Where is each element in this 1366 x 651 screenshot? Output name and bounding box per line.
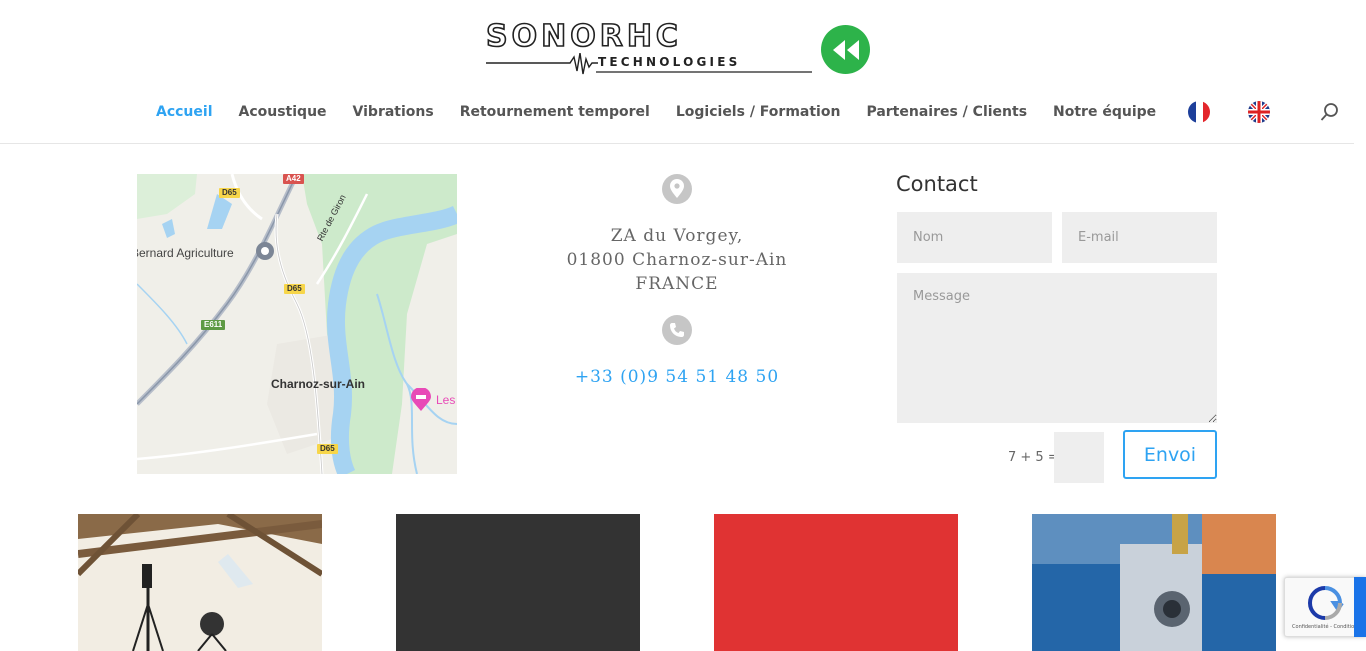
rewind-icon (821, 25, 870, 74)
map-poi-right-label: Les (436, 393, 456, 407)
nav-item-partenaires-clients[interactable]: Partenaires / Clients (866, 104, 1027, 120)
uk-flag-icon[interactable] (1248, 101, 1271, 123)
road-shield: D65 (284, 284, 305, 294)
address-line-2: 01800 Charnoz-sur-Ain (566, 250, 788, 270)
site-logo[interactable]: SONORHC TECHNOLOGIES (485, 19, 872, 76)
recaptcha-strip (1354, 577, 1366, 637)
name-field[interactable] (897, 212, 1052, 263)
logo-wordmark: SONORHC (485, 19, 682, 55)
map-background (137, 174, 457, 474)
vibration-photo-image (1032, 514, 1276, 651)
contact-title: Contact (896, 172, 978, 196)
phone-link[interactable]: +33 (0)9 54 51 48 50 (527, 365, 827, 389)
recaptcha-icon (1307, 586, 1344, 620)
search-icon[interactable] (1320, 102, 1340, 122)
road-shield: A42 (283, 174, 304, 184)
nav-item-logiciels-formation[interactable]: Logiciels / Formation (676, 104, 841, 120)
phone-icon (662, 315, 692, 345)
nav-item-vibrations[interactable]: Vibrations (353, 104, 434, 120)
site-header: SONORHC TECHNOLOGIES Accueil Acoustique … (0, 0, 1354, 144)
logo-subtitle: TECHNOLOGIES (598, 55, 741, 69)
captcha-question: 7 + 5 = (1008, 450, 1059, 465)
map-pin-icon (662, 174, 692, 204)
red-tile[interactable] (714, 514, 958, 651)
acoustic-photo-image (78, 514, 322, 651)
message-field[interactable] (897, 273, 1217, 423)
captcha-input[interactable] (1054, 432, 1104, 483)
road-shield: D65 (317, 444, 338, 454)
address-country: FRANCE (635, 274, 719, 294)
nav-item-acoustique[interactable]: Acoustique (239, 104, 327, 120)
dark-tile[interactable] (396, 514, 640, 651)
acoustic-photo[interactable] (78, 514, 322, 651)
logo-waveform-icon (486, 53, 598, 75)
map-town-label: Charnoz-sur-Ain (271, 377, 365, 391)
email-field[interactable] (1062, 212, 1217, 263)
address-line-1: ZA du Vorgey, (610, 226, 744, 246)
main-navigation: Accueil Acoustique Vibrations Retourneme… (156, 100, 1340, 124)
vibration-photo[interactable] (1032, 514, 1276, 651)
nav-item-notre-equipe[interactable]: Notre équipe (1053, 104, 1156, 120)
logo-underline (596, 71, 812, 73)
hotel-marker-icon (411, 388, 431, 411)
location-map[interactable]: D65 A42 D65 E611 D65 Rte de Giron Bernar… (137, 174, 457, 474)
road-shield: D65 (219, 188, 240, 198)
send-button[interactable]: Envoi (1123, 430, 1217, 479)
map-poi-label: Bernard Agriculture (137, 246, 234, 260)
nav-item-accueil[interactable]: Accueil (156, 104, 213, 120)
nav-item-retournement-temporel[interactable]: Retournement temporel (460, 104, 650, 120)
map-marker-icon (256, 242, 274, 260)
french-flag-icon[interactable] (1188, 101, 1211, 123)
road-shield: E611 (201, 320, 226, 330)
